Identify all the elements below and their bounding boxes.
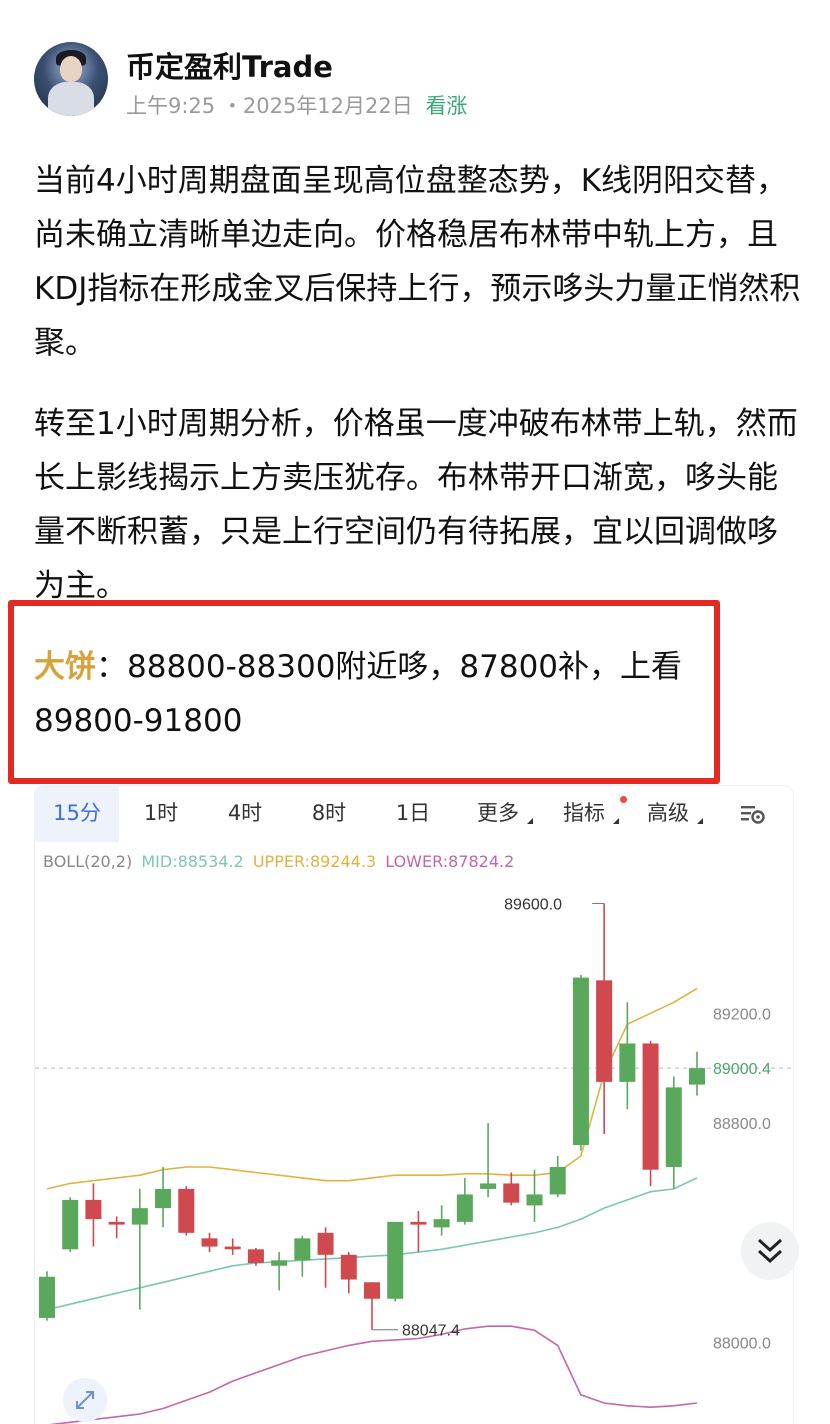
meta-separator: ・ bbox=[221, 94, 243, 118]
candle-body bbox=[364, 1282, 380, 1299]
tab-label: 高级 bbox=[647, 801, 689, 825]
expand-icon bbox=[76, 1391, 94, 1409]
y-tick-label: 88000.0 bbox=[713, 1336, 771, 1353]
tab-label: 1日 bbox=[395, 801, 431, 825]
candle-body bbox=[224, 1246, 241, 1250]
candle-body bbox=[387, 1221, 404, 1299]
avatar[interactable] bbox=[34, 42, 108, 116]
username[interactable]: 币定盈利Trade bbox=[126, 44, 333, 86]
post-paragraph-2: 转至1小时周期分析，价格虽一度冲破布林带上轨，然而长上影线揭示上方卖压犹存。布林… bbox=[34, 406, 798, 604]
high-price-label: 89600.0 bbox=[504, 896, 562, 913]
candle-body bbox=[108, 1221, 125, 1225]
tab-label: 8时 bbox=[311, 801, 347, 825]
candle-body bbox=[178, 1188, 195, 1233]
candle-body bbox=[572, 977, 589, 1146]
trade-call: 大饼：88800-88300附近哆，87800补，上看89800-91800 bbox=[34, 640, 734, 748]
low-price-label: 88047.4 bbox=[402, 1323, 460, 1340]
double-chevron-down-icon bbox=[757, 1238, 783, 1264]
boll-legend: BOLL(20,2) MID:88534.2 UPPER:89244.3 LOW… bbox=[43, 852, 514, 871]
tab-label: 15分 bbox=[53, 801, 101, 825]
coin-tag[interactable]: 大饼 bbox=[34, 649, 96, 685]
caret-icon bbox=[691, 818, 703, 824]
candle-body bbox=[294, 1238, 311, 1261]
candle-body bbox=[271, 1260, 288, 1266]
current-price-label: 89000.4 bbox=[713, 1061, 771, 1078]
candle-body bbox=[619, 1043, 636, 1082]
candle-body bbox=[317, 1232, 334, 1255]
trade-call-text: ：88800-88300附近哆，87800补，上看89800-91800 bbox=[34, 649, 683, 739]
candle-body bbox=[642, 1043, 659, 1170]
caret-icon bbox=[607, 818, 619, 824]
boll-upper: UPPER:89244.3 bbox=[252, 852, 377, 871]
post-header: 币定盈利Trade 上午9:25 ・2025年12月22日 看涨 bbox=[34, 40, 794, 120]
tab-label: 指标 bbox=[563, 801, 605, 825]
tab-8h[interactable]: 8时 bbox=[295, 786, 363, 842]
candle-body bbox=[503, 1183, 520, 1203]
y-tick-label: 89200.0 bbox=[713, 1006, 771, 1023]
candle-body bbox=[526, 1194, 543, 1206]
tab-15m[interactable]: 15分 bbox=[35, 786, 119, 842]
kline-chart-card: 15分 1时 4时 8时 1日 更多 指标 高级 BOLL(20,2) MID:… bbox=[34, 785, 799, 1424]
candle-body bbox=[410, 1221, 427, 1225]
candle-body bbox=[39, 1276, 55, 1318]
caret-icon bbox=[521, 818, 533, 824]
candle-body bbox=[340, 1254, 357, 1280]
candle-body bbox=[665, 1087, 682, 1167]
candle-body bbox=[85, 1199, 102, 1220]
candle-body bbox=[596, 980, 613, 1082]
timeframe-tabs: 15分 1时 4时 8时 1日 更多 指标 高级 bbox=[35, 786, 795, 842]
boll-label: BOLL(20,2) bbox=[43, 852, 133, 871]
tab-label: 1时 bbox=[143, 801, 179, 825]
candle-body bbox=[155, 1188, 172, 1209]
post-time: 上午9:25 bbox=[126, 94, 216, 118]
tab-label: 4时 bbox=[227, 801, 263, 825]
candle-body bbox=[456, 1194, 473, 1222]
tab-4h[interactable]: 4时 bbox=[211, 786, 279, 842]
tab-indicators[interactable]: 指标 bbox=[549, 786, 633, 842]
chart-settings-icon[interactable] bbox=[739, 800, 767, 828]
candlestick-chart[interactable]: 89200.0 88800.0 88000.0 89000.4 89600.0 88047… bbox=[35, 876, 795, 1424]
candle-body bbox=[433, 1219, 450, 1228]
candle-body bbox=[689, 1068, 705, 1085]
expand-chart-button[interactable] bbox=[63, 1378, 107, 1422]
y-tick-label: 88800.0 bbox=[713, 1116, 771, 1133]
post-meta: 上午9:25 ・2025年12月22日 看涨 bbox=[126, 90, 467, 120]
candle-body bbox=[247, 1249, 264, 1264]
post-date: 2025年12月22日 bbox=[242, 94, 413, 118]
candle-body bbox=[201, 1238, 218, 1247]
boll-lower-line bbox=[48, 1325, 698, 1424]
post-paragraph-1: 当前4小时周期盘面呈现高位盘整态势，K线阴阳交替，尚未确立清晰单边走向。价格稳居… bbox=[34, 163, 801, 361]
candle-body bbox=[480, 1183, 497, 1189]
candle-body bbox=[131, 1208, 148, 1225]
tab-1d[interactable]: 1日 bbox=[379, 786, 447, 842]
candle-body bbox=[62, 1199, 79, 1250]
tab-more[interactable]: 更多 bbox=[463, 786, 547, 842]
tab-label: 更多 bbox=[477, 801, 519, 825]
sentiment-tag[interactable]: 看涨 bbox=[425, 94, 467, 118]
tab-advanced[interactable]: 高级 bbox=[633, 786, 717, 842]
tab-1h[interactable]: 1时 bbox=[127, 786, 195, 842]
scroll-down-button[interactable] bbox=[741, 1222, 799, 1280]
boll-mid: MID:88534.2 bbox=[141, 852, 244, 871]
candle-body bbox=[549, 1166, 566, 1195]
boll-lower: LOWER:87824.2 bbox=[385, 852, 515, 871]
notification-dot bbox=[620, 796, 627, 803]
